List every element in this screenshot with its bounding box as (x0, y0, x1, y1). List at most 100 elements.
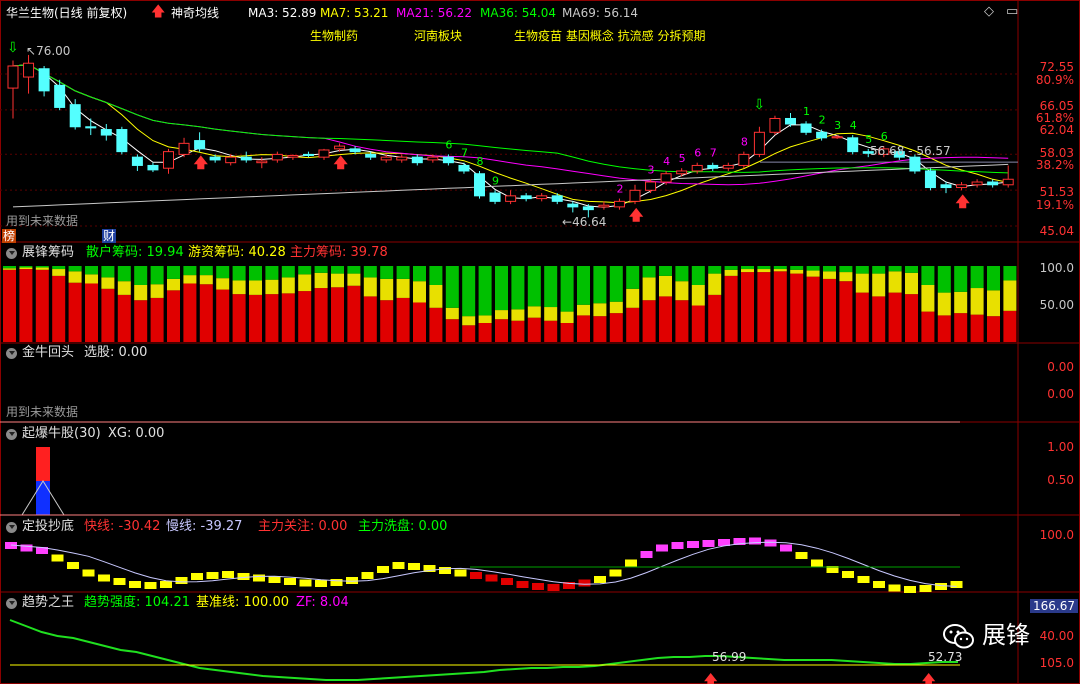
trend-panel-title[interactable]: 趋势之王 (22, 595, 74, 611)
axis-label: 0.00 (1047, 387, 1074, 401)
chip-bar-retail (199, 266, 213, 276)
chip-bar-retail (281, 266, 295, 278)
panel-menu-button[interactable] (6, 348, 17, 359)
panel-menu-button[interactable] (6, 598, 17, 609)
chip-bar-main (298, 291, 312, 342)
fast-line-block (253, 574, 265, 582)
chip-bar-hot (478, 315, 492, 323)
diamond-icon[interactable]: ◇ (984, 4, 994, 20)
count-label: 2 (616, 183, 623, 196)
candle-body (738, 153, 750, 166)
candle-body (194, 140, 206, 150)
fast-line-value: 快线: -30.42 (84, 519, 161, 534)
rank-badge[interactable]: 榜 (2, 229, 17, 243)
chip-bar-retail (790, 266, 804, 270)
chips-panel-title[interactable]: 展锋筹码 (22, 245, 74, 261)
chip-bar-main (462, 325, 476, 342)
chip-bar-main (413, 302, 426, 342)
fast-line-block (315, 580, 327, 587)
chip-bar-retail (954, 266, 968, 292)
candle-body (691, 164, 703, 172)
candle-body (613, 200, 625, 208)
chip-bar-retail (495, 266, 508, 311)
chip-bar-retail (331, 266, 344, 274)
chip-bar-retail (577, 266, 590, 305)
chip-bar-hot (987, 290, 1000, 317)
fast-line-block (516, 581, 529, 588)
fast-line-block (687, 541, 699, 548)
chip-bar-main (839, 281, 853, 342)
high-price-label: ↖76.00 (26, 44, 71, 58)
chip-bar-main (380, 300, 394, 342)
chip-bar-retail (314, 266, 328, 273)
chip-bar-main (872, 296, 886, 342)
chip-bar-hot (347, 273, 361, 286)
candle-body (23, 62, 35, 78)
axis-label: 0.50 (1047, 473, 1074, 487)
chip-bar-hot (970, 288, 984, 315)
panel-menu-button[interactable] (6, 248, 17, 259)
sector-tag[interactable]: 生物制药 (310, 28, 358, 44)
kline-chart[interactable]: 🡅 🡅🡅🡅⇩⇩34 5 6 78212 3 45 66789🡅 🡅 (0, 0, 1080, 684)
chip-bar-hot (314, 272, 328, 289)
chip-bar-hot (35, 267, 49, 270)
chip-bar-retail (216, 266, 230, 279)
concept-tags[interactable]: 生物疫苗 基因概念 抗流感 分拆预期 (514, 28, 705, 44)
chip-bar-main (511, 320, 525, 342)
chip-bar-hot (495, 310, 508, 320)
chip-bar-main (445, 319, 459, 342)
chip-bar-retail (298, 266, 312, 275)
trend-label: 56.99 (712, 650, 747, 664)
candle-body (116, 129, 128, 153)
chip-bar-retail (511, 266, 525, 310)
chip-bar-retail (659, 266, 672, 276)
finance-badge[interactable]: 财 (102, 229, 117, 243)
candle-body (178, 142, 190, 155)
chip-bar-hot (298, 274, 312, 292)
dingtou-panel-title[interactable]: 定投抄底 (22, 519, 74, 535)
jinniu-panel-title[interactable]: 金牛回头 (22, 345, 74, 361)
panel-menu-button[interactable] (6, 522, 17, 533)
qibao-panel-title[interactable]: 起爆牛股(30) (22, 426, 101, 442)
axis-label: 0.00 (1047, 360, 1074, 374)
chip-bar-hot (19, 267, 33, 270)
main-focus-value: 主力关注: 0.00 (258, 519, 348, 534)
chip-bar-hot (609, 301, 623, 314)
candle-body (645, 181, 657, 191)
chip-bar-main (806, 276, 820, 342)
fast-line-block (144, 582, 157, 589)
chip-bar-main (642, 300, 656, 342)
fast-line-block (547, 584, 560, 591)
candle-body (302, 153, 314, 156)
watermark-text: 展锋 (982, 621, 1030, 649)
count-label: 7 (461, 147, 468, 160)
chip-bar-main (609, 313, 623, 342)
chip-bar-retail (806, 266, 820, 271)
candle-body (380, 156, 392, 161)
future-data-note: 用到未来数据 (6, 405, 79, 419)
chip-bar-retail (52, 266, 66, 270)
axis-label: 100.0 (1039, 261, 1074, 275)
candle-body (442, 156, 454, 164)
stock-title[interactable]: 华兰生物(日线 前复权) (6, 5, 127, 21)
fast-line-block (485, 574, 498, 582)
fast-line-block (764, 539, 777, 547)
indicator-name[interactable]: 神奇均线 (171, 5, 219, 21)
chip-bar-hot (839, 272, 853, 282)
chip-bar-main (921, 311, 935, 342)
region-tag[interactable]: 河南板块 (414, 28, 462, 44)
window-icon[interactable]: ▭ (1006, 4, 1018, 20)
count-label: 3 (834, 119, 841, 132)
axis-label: 51.53 (1039, 185, 1074, 199)
chip-bar-retail (183, 266, 197, 276)
candle-body (629, 189, 641, 202)
count-label: 1 (803, 105, 810, 118)
fast-line-block (857, 576, 870, 583)
chip-bar-retail (987, 266, 1000, 291)
chip-bar-main (905, 294, 918, 342)
chip-bar-hot (1003, 280, 1017, 311)
panel-menu-button[interactable] (6, 429, 17, 440)
fast-line-block (268, 576, 281, 583)
chip-bar-main (937, 315, 951, 342)
fast-line-block (578, 579, 591, 587)
